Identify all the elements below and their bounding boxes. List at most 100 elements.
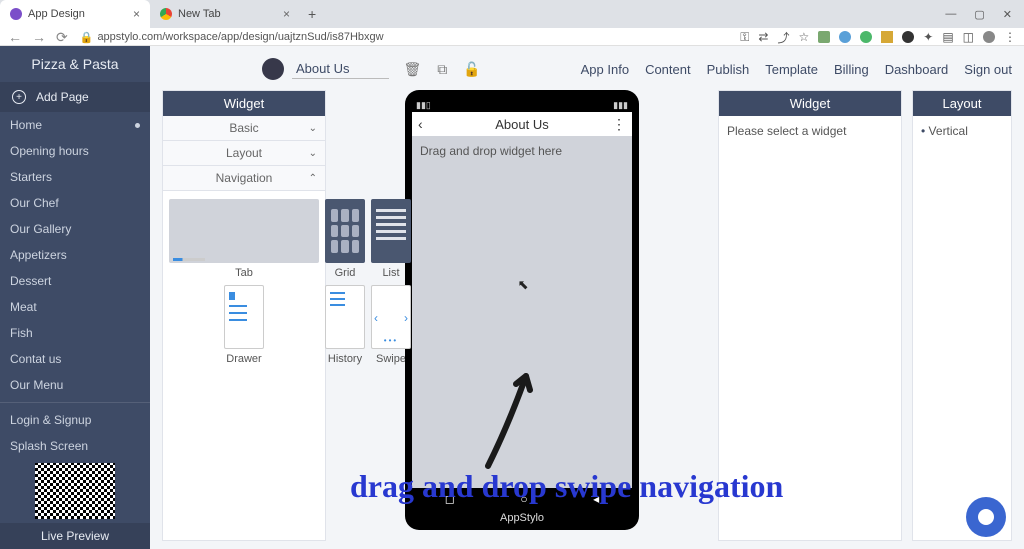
- drop-placeholder: Drag and drop widget here: [420, 144, 562, 158]
- panel-header: Widget: [163, 91, 325, 116]
- favicon-icon: [10, 8, 22, 20]
- sidebar: Pizza & Pasta + Add Page Home Opening ho…: [0, 46, 150, 549]
- extensions-icon[interactable]: ✦: [923, 30, 933, 44]
- thumb-icon: [169, 199, 319, 263]
- app-root: Pizza & Pasta + Add Page Home Opening ho…: [0, 46, 1024, 549]
- accordion-layout[interactable]: Layout ⌄: [163, 141, 325, 166]
- annotation-caption: drag and drop swipe navigation: [350, 468, 783, 505]
- forward-icon[interactable]: →: [32, 29, 46, 46]
- trash-icon[interactable]: 🗑: [403, 61, 421, 78]
- key-icon[interactable]: ⚿: [740, 30, 749, 45]
- add-page-label: Add Page: [36, 90, 89, 104]
- share-icon[interactable]: ⤴: [777, 29, 789, 46]
- thumb-icon: [325, 199, 365, 263]
- extension-icon[interactable]: [902, 31, 914, 43]
- widget-grid: Tab Grid List Drawer History •••Swipe: [163, 191, 325, 373]
- tab-strip: App Design × New Tab × + — ▢ ✕: [0, 0, 1024, 28]
- address-bar-row: ← → ⟳ 🔒 appstylo.com/workspace/app/desig…: [0, 28, 1024, 46]
- phone-drop-area[interactable]: Drag and drop widget here ⬉: [412, 136, 632, 488]
- layout-panel: Layout Vertical: [912, 90, 1012, 541]
- sidebar-item-home[interactable]: Home: [0, 112, 150, 138]
- main-area: About Us 🗑 ⧉ 🔓 App Info Content Publish …: [150, 46, 1024, 549]
- thumb-icon: [224, 285, 264, 349]
- page-icon[interactable]: [262, 58, 284, 80]
- back-icon[interactable]: ‹: [418, 116, 423, 132]
- url-text: appstylo.com/workspace/app/design/uajtzn…: [97, 31, 383, 43]
- battery-icon: ▮▮▮: [613, 100, 628, 112]
- sidebar-item-our-chef[interactable]: Our Chef: [0, 190, 150, 216]
- sidebar-item-appetizers[interactable]: Appetizers: [0, 242, 150, 268]
- panel-header: Widget: [719, 91, 901, 116]
- close-window-icon[interactable]: ✕: [1003, 8, 1012, 21]
- sidebar-item-fish[interactable]: Fish: [0, 320, 150, 346]
- phone-preview: ▮▮▯ ▮▮▮ ‹ About Us ⋮ Drag and drop widget…: [405, 90, 639, 530]
- new-tab-button[interactable]: +: [300, 6, 324, 22]
- profile-icon[interactable]: [983, 31, 995, 43]
- copy-icon[interactable]: ⧉: [437, 61, 447, 78]
- chat-fab[interactable]: [966, 497, 1006, 537]
- menu-icon[interactable]: ⋮: [1004, 30, 1016, 44]
- thumb-icon: [325, 285, 365, 349]
- extension-icon[interactable]: [860, 31, 872, 43]
- address-bar[interactable]: 🔒 appstylo.com/workspace/app/design/uajt…: [74, 29, 735, 45]
- sidebar-item-our-gallery[interactable]: Our Gallery: [0, 216, 150, 242]
- top-bar: About Us 🗑 ⧉ 🔓 App Info Content Publish …: [162, 54, 1012, 90]
- lock-icon: 🔒: [80, 31, 94, 44]
- tab-title: New Tab: [178, 8, 221, 20]
- signal-icon: ▮▮▯: [416, 100, 431, 112]
- extension-icon[interactable]: [818, 31, 830, 43]
- sidepanel-icon[interactable]: ▤: [942, 30, 953, 44]
- browser-chrome: App Design × New Tab × + — ▢ ✕ ← → ⟳ 🔒 a…: [0, 0, 1024, 46]
- top-nav: App Info Content Publish Template Billin…: [581, 62, 1012, 77]
- sidebar-item-our-menu[interactable]: Our Menu: [0, 372, 150, 398]
- kebab-icon[interactable]: ⋮: [612, 116, 626, 133]
- sidebar-item-login-signup[interactable]: Login & Signup: [0, 407, 150, 433]
- sidebar-item-contact-us[interactable]: Contat us: [0, 346, 150, 372]
- accordion-basic[interactable]: Basic ⌄: [163, 116, 325, 141]
- star-icon[interactable]: ☆: [798, 30, 809, 44]
- add-page-button[interactable]: + Add Page: [0, 82, 150, 112]
- reading-icon[interactable]: ◫: [963, 30, 974, 44]
- nav-content[interactable]: Content: [645, 62, 691, 77]
- nav-publish[interactable]: Publish: [707, 62, 750, 77]
- nav-template[interactable]: Template: [765, 62, 818, 77]
- extension-icon[interactable]: [839, 31, 851, 43]
- plus-circle-icon: +: [12, 90, 26, 104]
- browser-tab[interactable]: New Tab ×: [150, 0, 300, 28]
- sidebar-item-splash-screen[interactable]: Splash Screen: [0, 433, 150, 459]
- browser-tab-active[interactable]: App Design ×: [0, 0, 150, 28]
- thumb-icon: [371, 199, 411, 263]
- divider: [0, 402, 150, 403]
- maximize-icon[interactable]: ▢: [974, 8, 984, 21]
- reload-icon[interactable]: ⟳: [56, 29, 68, 46]
- nav-app-info[interactable]: App Info: [581, 62, 629, 77]
- nav-billing[interactable]: Billing: [834, 62, 869, 77]
- page-title-input[interactable]: About Us: [292, 59, 389, 79]
- phone-status-bar: ▮▮▯ ▮▮▮: [412, 100, 632, 112]
- translate-icon[interactable]: ⇄: [758, 30, 768, 44]
- sidebar-item-opening-hours[interactable]: Opening hours: [0, 138, 150, 164]
- close-icon[interactable]: ×: [283, 7, 290, 21]
- layout-item-vertical[interactable]: Vertical: [921, 124, 1003, 138]
- accordion-navigation[interactable]: Navigation ⌃: [163, 166, 325, 191]
- back-icon[interactable]: ←: [8, 29, 22, 46]
- chevron-down-icon: ⌄: [309, 123, 317, 134]
- window-controls: — ▢ ✕: [945, 8, 1024, 21]
- sidebar-item-starters[interactable]: Starters: [0, 164, 150, 190]
- nav-dashboard[interactable]: Dashboard: [885, 62, 949, 77]
- live-preview-button[interactable]: Live Preview: [0, 523, 150, 549]
- minimize-icon[interactable]: —: [945, 8, 956, 21]
- nav-sign-out[interactable]: Sign out: [964, 62, 1012, 77]
- lock-open-icon[interactable]: 🔓: [463, 61, 480, 78]
- phone-brand: AppStylo: [412, 510, 632, 524]
- close-icon[interactable]: ×: [133, 7, 140, 21]
- tab-title: App Design: [28, 8, 85, 20]
- widget-drawer[interactable]: Drawer: [169, 285, 319, 365]
- favicon-icon: [160, 8, 172, 20]
- phone-header: ‹ About Us ⋮: [412, 112, 632, 136]
- sidebar-item-meat[interactable]: Meat: [0, 294, 150, 320]
- thumb-icon: •••: [371, 285, 411, 349]
- widget-tab[interactable]: Tab: [169, 199, 319, 279]
- sidebar-item-dessert[interactable]: Dessert: [0, 268, 150, 294]
- extension-icon[interactable]: [881, 31, 893, 43]
